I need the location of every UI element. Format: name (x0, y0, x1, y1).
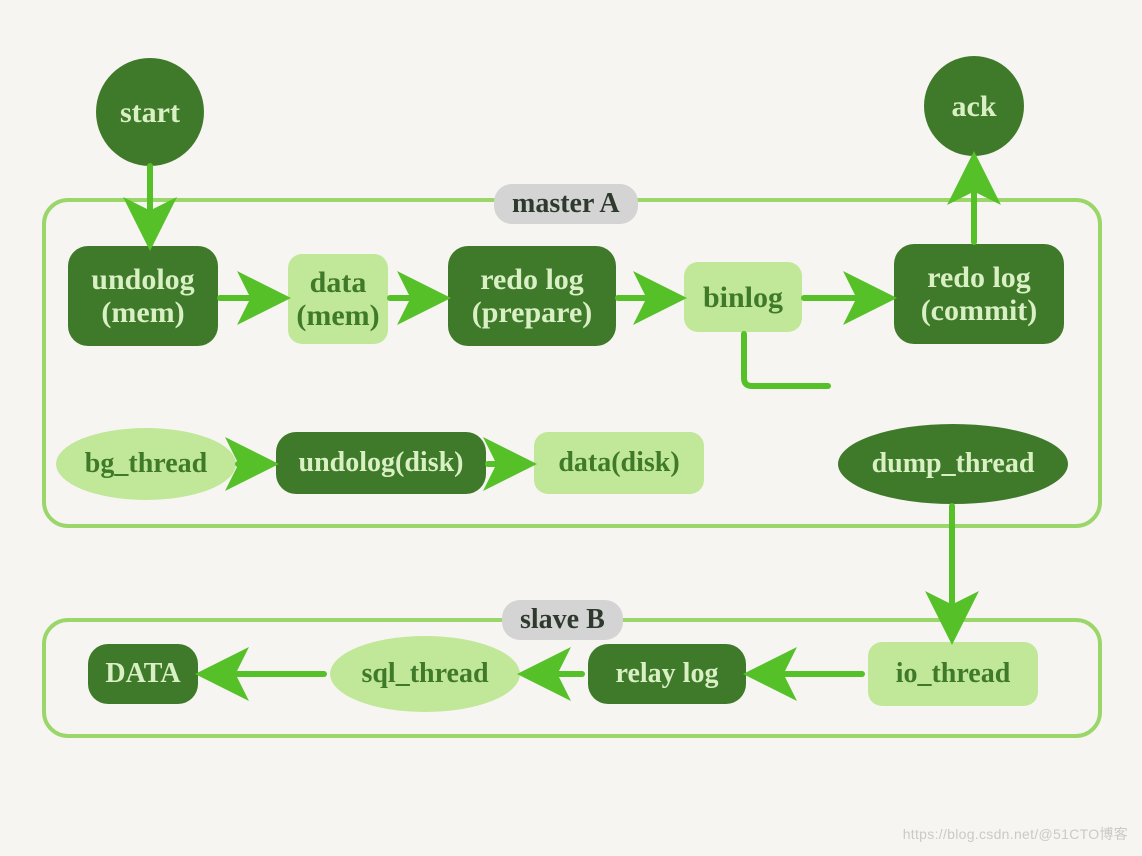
bg-thread-node: bg_thread (56, 428, 236, 500)
ack-node: ack (924, 56, 1024, 156)
binlog-node: binlog (684, 262, 802, 332)
redo-commit-node: redo log (commit) (894, 244, 1064, 344)
undolog-mem-node: undolog (mem) (68, 246, 218, 346)
sql-thread-node: sql_thread (330, 636, 520, 712)
data-disk-node: data(disk) (534, 432, 704, 494)
dump-thread-node: dump_thread (838, 424, 1068, 504)
redo-prepare-node: redo log (prepare) (448, 246, 616, 346)
master-tag: master A (494, 184, 638, 224)
watermark-text: https://blog.csdn.net/@51CTO博客 (903, 824, 1128, 844)
data-mem-node: data (mem) (288, 254, 388, 344)
start-node: start (96, 58, 204, 166)
undolog-disk-node: undolog(disk) (276, 432, 486, 494)
relay-log-node: relay log (588, 644, 746, 704)
data-final-node: DATA (88, 644, 198, 704)
slave-tag: slave B (502, 600, 623, 640)
io-thread-node: io_thread (868, 642, 1038, 706)
